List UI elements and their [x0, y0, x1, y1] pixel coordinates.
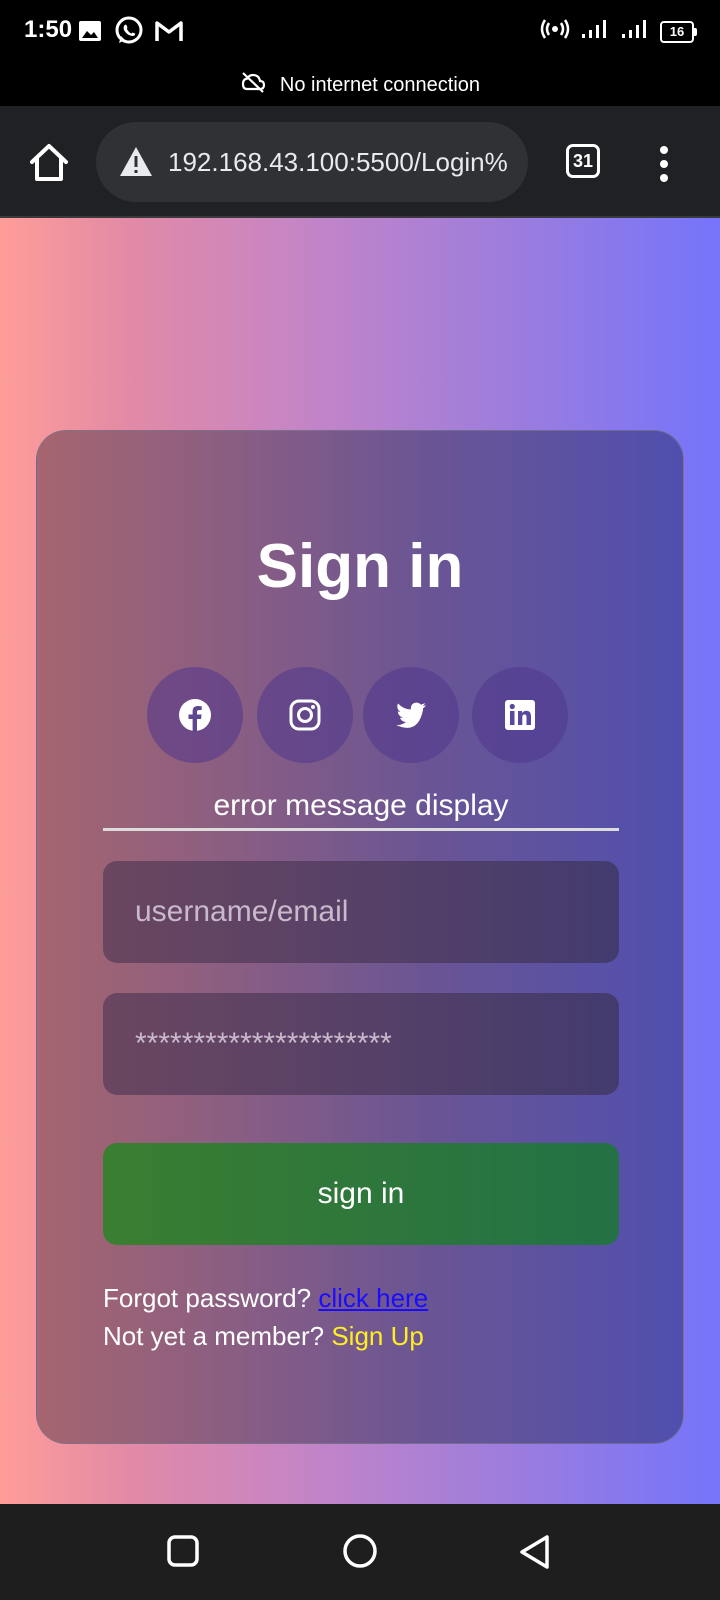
forgot-password-text: Forgot password? [103, 1283, 312, 1313]
password-input[interactable] [103, 993, 619, 1095]
home-icon[interactable] [26, 140, 72, 186]
address-bar[interactable]: 192.168.43.100:5500/Login% [96, 122, 528, 202]
instagram-icon [289, 699, 321, 731]
linkedin-icon [505, 700, 535, 730]
hotspot-icon [540, 18, 570, 45]
network-banner-text: No internet connection [279, 73, 481, 96]
instagram-button[interactable] [257, 667, 353, 763]
recents-icon[interactable] [166, 1534, 200, 1573]
linkedin-button[interactable] [472, 667, 568, 763]
cloud-off-icon [240, 71, 266, 99]
whatsapp-icon [114, 16, 144, 46]
signal-icon [580, 18, 610, 45]
system-nav-bar [0, 1504, 720, 1600]
status-bar: 1:50 16 [0, 0, 720, 64]
battery-indicator: 16 [660, 20, 697, 43]
url-text: 192.168.43.100:5500/Login% [168, 146, 508, 177]
account-links: Forgot password? click here Not yet a me… [103, 1279, 428, 1355]
sign-up-link[interactable]: Sign Up [331, 1321, 424, 1351]
warning-icon[interactable] [118, 144, 154, 180]
back-icon[interactable] [518, 1534, 552, 1575]
gmail-icon [154, 16, 184, 46]
image-icon [78, 16, 102, 46]
twitter-icon [396, 702, 426, 728]
not-member-text: Not yet a member? [103, 1321, 325, 1351]
network-banner: No internet connection [0, 64, 720, 106]
tab-switcher-button[interactable]: 31 [566, 144, 600, 178]
signal-icon [620, 18, 650, 45]
twitter-button[interactable] [363, 667, 459, 763]
facebook-icon [179, 699, 211, 732]
username-input[interactable] [103, 861, 619, 963]
facebook-button[interactable] [147, 667, 243, 763]
browser-toolbar: 192.168.43.100:5500/Login% 31 [0, 106, 720, 218]
home-nav-icon[interactable] [341, 1534, 379, 1577]
clock: 1:50 [24, 16, 73, 43]
page-title: Sign in [256, 532, 464, 601]
more-menu-icon[interactable] [652, 142, 676, 182]
page-viewport: Sign in error message display sign in Fo… [0, 218, 720, 1504]
login-card: Sign in error message display sign in Fo… [36, 430, 684, 1444]
error-message: error message display [103, 789, 619, 831]
sign-in-button[interactable]: sign in [103, 1143, 619, 1245]
forgot-password-link[interactable]: click here [318, 1283, 428, 1313]
